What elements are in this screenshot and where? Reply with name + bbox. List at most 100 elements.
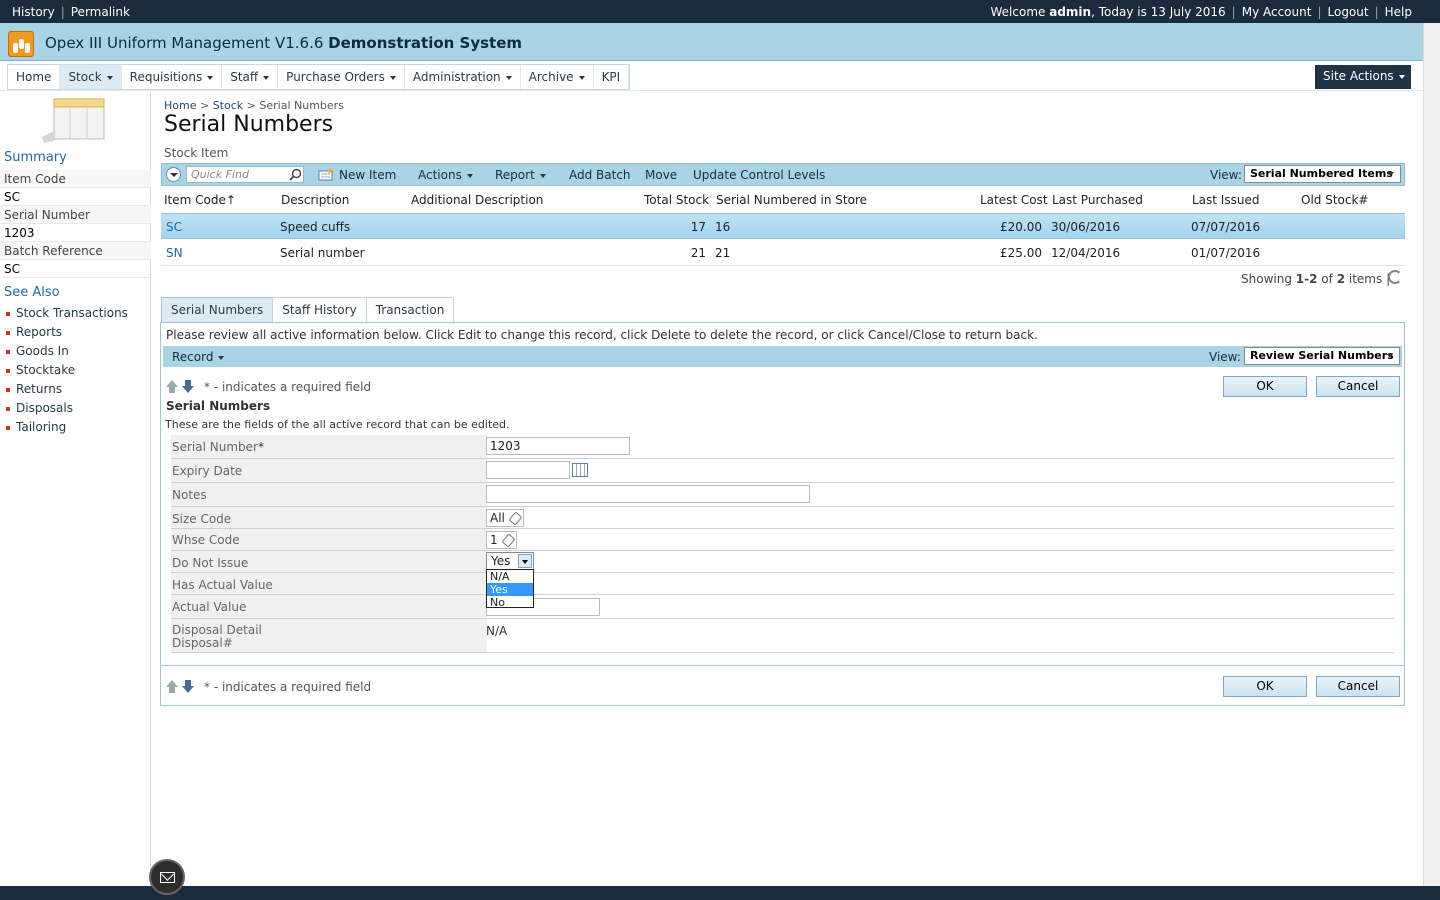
last-issued-cell: 01/07/2016 — [1191, 246, 1261, 260]
sidebar-item-stock-transactions[interactable]: Stock Transactions — [6, 306, 128, 320]
sidebar-item-reports[interactable]: Reports — [6, 325, 62, 339]
item-code-cell[interactable]: SC — [166, 220, 182, 234]
review-view-select[interactable]: Review Serial Numbers — [1244, 347, 1400, 365]
nav-stock[interactable]: Stock — [60, 65, 122, 89]
arrow-up-icon[interactable] — [166, 680, 178, 693]
arrow-down-icon[interactable] — [182, 680, 194, 693]
nav-kpi[interactable]: KPI — [594, 65, 630, 89]
view-select-value: Serial Numbered Items — [1250, 167, 1393, 180]
pencil-icon — [508, 511, 523, 526]
column-header-last-issued[interactable]: Last Issued — [1192, 193, 1259, 207]
record-menu[interactable]: Record — [172, 350, 225, 364]
add-batch-button[interactable]: Add Batch — [569, 168, 631, 182]
form-description: These are the fields of the all active r… — [165, 418, 510, 431]
sidebar-item-returns[interactable]: Returns — [6, 382, 62, 396]
tab-serial-numbers[interactable]: Serial Numbers — [161, 297, 274, 323]
permalink-link[interactable]: Permalink — [71, 5, 130, 19]
column-header-latest-cost[interactable]: Latest Cost — [980, 193, 1048, 207]
breadcrumb-home[interactable]: Home — [164, 99, 196, 112]
item-code-cell[interactable]: SN — [166, 246, 183, 260]
showing-total: 2 — [1336, 272, 1346, 286]
record-navigation — [166, 380, 194, 393]
sidebar-item-stocktake[interactable]: Stocktake — [6, 363, 75, 377]
pencil-icon — [501, 533, 516, 548]
nav-home[interactable]: Home — [8, 65, 61, 89]
field-value-area — [487, 573, 1394, 594]
help-link[interactable]: Help — [1385, 5, 1412, 19]
ok-button[interactable]: OK — [1223, 376, 1307, 397]
do-not-issue-select[interactable]: Yes — [486, 552, 534, 570]
column-header-old-stock[interactable]: Old Stock# — [1301, 193, 1368, 207]
actions-menu[interactable]: Actions — [418, 168, 473, 182]
table-row[interactable]: SN Serial number 21 21 £25.00 12/04/2016… — [161, 240, 1405, 266]
quick-find-input[interactable]: Quick Find — [186, 166, 304, 183]
notes-field-label: Notes — [172, 488, 207, 502]
expiry-date-field[interactable] — [486, 461, 570, 479]
collapse-toggle-icon[interactable] — [166, 167, 181, 182]
mail-button[interactable] — [149, 859, 185, 895]
logout-link[interactable]: Logout — [1328, 5, 1369, 19]
chevron-down-icon[interactable] — [518, 554, 532, 568]
site-actions-button[interactable]: Site Actions — [1315, 65, 1411, 89]
calendar-icon[interactable] — [572, 463, 588, 477]
view-select[interactable]: Serial Numbered Items — [1244, 165, 1401, 183]
cancel-button[interactable]: Cancel — [1316, 376, 1400, 397]
separator: | — [60, 5, 65, 19]
nav-administration[interactable]: Administration — [405, 65, 521, 89]
option-yes[interactable]: Yes — [487, 583, 533, 596]
nav-archive[interactable]: Archive — [521, 65, 594, 89]
ok-button-bottom[interactable]: OK — [1223, 676, 1307, 697]
whse-code-value: 1 — [490, 533, 498, 547]
notes-field[interactable] — [486, 485, 810, 503]
table-row[interactable]: SC Speed cuffs 17 16 £20.00 30/06/2016 0… — [161, 213, 1405, 239]
column-header-serial-in-store[interactable]: Serial Numbered in Store — [716, 193, 867, 207]
column-header-last-purchased[interactable]: Last Purchased — [1052, 193, 1143, 207]
size-code-picker[interactable]: All — [486, 509, 524, 527]
option-na[interactable]: N/A — [487, 570, 533, 583]
column-header-description[interactable]: Description — [281, 193, 349, 207]
nav-purchase-orders[interactable]: Purchase Orders — [278, 65, 405, 89]
nav-administration-label: Administration — [412, 70, 501, 84]
form-row-serial-number: Serial Number* 1203 — [171, 435, 1394, 459]
chevron-down-icon — [539, 173, 546, 178]
nav-requisitions[interactable]: Requisitions — [122, 65, 223, 89]
column-header-item-code[interactable]: Item Code↑ — [164, 193, 236, 207]
arrow-down-icon[interactable] — [182, 380, 194, 393]
form-row-actual-value: Actual Value — [171, 595, 1394, 619]
history-link[interactable]: History — [12, 5, 55, 19]
sidebar-item-disposals[interactable]: Disposals — [6, 401, 73, 415]
serial-number-field[interactable]: 1203 — [486, 437, 630, 455]
app-title-bold: Demonstration System — [328, 34, 523, 52]
field-value-area — [487, 459, 1394, 482]
do-not-issue-value: Yes — [491, 554, 511, 568]
pagination-info: Showing 1-2 of 2 items | — [1241, 272, 1391, 286]
search-icon[interactable] — [289, 168, 302, 181]
breadcrumb-stock[interactable]: Stock — [213, 99, 243, 112]
update-control-levels-button[interactable]: Update Control Levels — [693, 168, 825, 182]
record-navigation-bottom — [166, 680, 194, 693]
tab-staff-history[interactable]: Staff History — [272, 297, 367, 323]
serial-number-value: 1203 — [0, 224, 151, 242]
arrow-up-icon[interactable] — [166, 380, 178, 393]
disposal-field-label: Disposal Detail Disposal# — [172, 624, 262, 650]
refresh-icon[interactable] — [1388, 270, 1402, 284]
sidebar-item-tailoring[interactable]: Tailoring — [6, 420, 66, 434]
move-button[interactable]: Move — [645, 168, 677, 182]
column-header-total-stock[interactable]: Total Stock — [644, 193, 709, 207]
required-note-bottom: * - indicates a required field — [204, 680, 372, 694]
new-item-button[interactable]: New Item — [339, 168, 396, 182]
my-account-link[interactable]: My Account — [1242, 5, 1312, 19]
vertical-scrollbar[interactable] — [1423, 23, 1440, 886]
option-no[interactable]: No — [487, 596, 533, 609]
whse-code-picker[interactable]: 1 — [486, 531, 517, 549]
sidebar-item-goods-in[interactable]: Goods In — [6, 344, 69, 358]
showing-prefix: Showing — [1241, 272, 1292, 286]
tab-transaction[interactable]: Transaction — [365, 297, 455, 323]
nav-archive-label: Archive — [528, 70, 574, 84]
nav-staff[interactable]: Staff — [222, 65, 279, 89]
stock-item-label: Stock Item — [164, 146, 229, 160]
column-header-additional-description[interactable]: Additional Description — [411, 193, 543, 207]
disposal-value: N/A — [486, 624, 508, 638]
cancel-button-bottom[interactable]: Cancel — [1316, 676, 1400, 697]
report-menu[interactable]: Report — [495, 168, 546, 182]
